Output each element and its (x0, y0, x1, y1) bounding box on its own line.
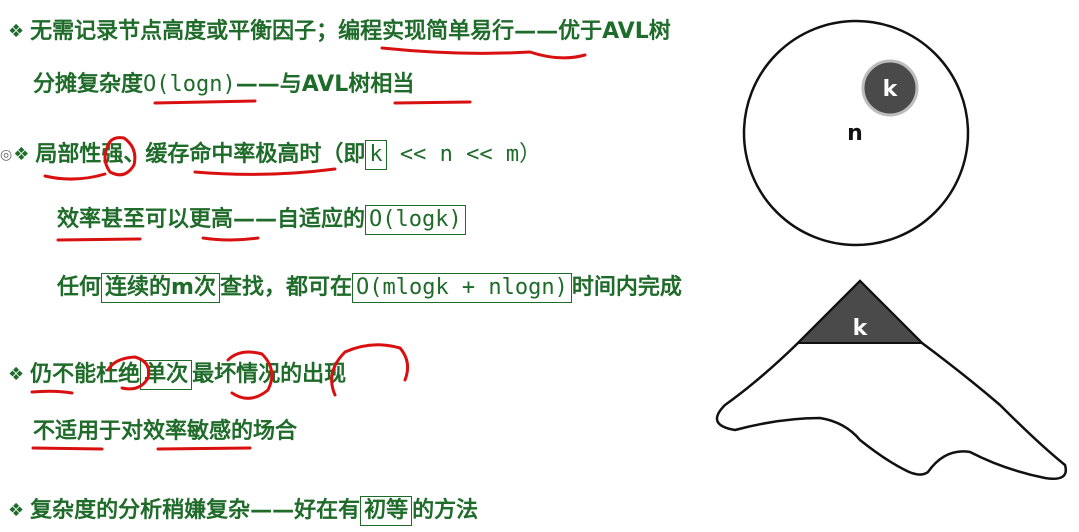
splay-diagram: k n k (715, 19, 1068, 480)
outer-circle-label: n (847, 121, 863, 146)
triangle-label: k (853, 316, 869, 341)
mountain-shape (715, 279, 1068, 480)
inner-circle-label: k (883, 77, 899, 102)
